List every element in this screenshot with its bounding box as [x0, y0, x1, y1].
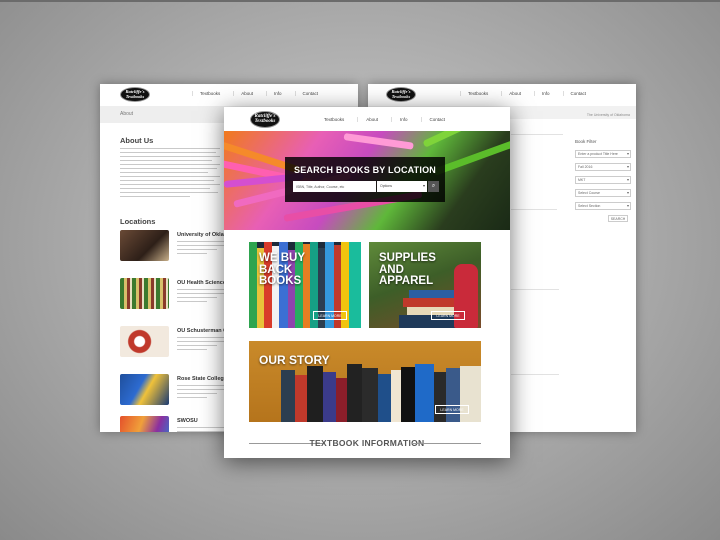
- search-icon: ⌕: [431, 183, 436, 189]
- department-select[interactable]: MKT: [575, 176, 631, 184]
- book-filter-title: Book Filter: [575, 139, 597, 144]
- brand-logo[interactable]: Ratcliffe's Textbooks: [120, 87, 150, 102]
- top-border: [0, 0, 720, 2]
- our-story-heading: OUR STORY: [259, 353, 330, 367]
- divider: [511, 374, 559, 375]
- product-title-field[interactable]: Enter a product Title Here: [575, 150, 631, 158]
- location-image: [120, 326, 169, 357]
- nav-textbooks[interactable]: Textbooks: [192, 91, 220, 96]
- breadcrumb[interactable]: The University of Oklahoma: [587, 113, 630, 117]
- nav-info[interactable]: Info: [266, 91, 282, 96]
- supplies-learn-more-button[interactable]: LEARN MORE: [431, 311, 465, 320]
- search-input[interactable]: [293, 181, 376, 192]
- supplies-heading: SUPPLIES AND APPAREL: [379, 252, 436, 287]
- buyback-learn-more-button[interactable]: LEARN MORE: [313, 311, 347, 320]
- nav-contact[interactable]: Contact: [420, 117, 445, 122]
- search-box: SEARCH BOOKS BY LOCATION Options ⌕: [285, 157, 445, 202]
- section-divider-right: [412, 443, 481, 444]
- section-select[interactable]: Select Section: [575, 202, 631, 210]
- search-title: SEARCH BOOKS BY LOCATION: [294, 165, 436, 175]
- about-heading: About Us: [120, 136, 154, 145]
- brand-logo[interactable]: Ratcliffe's Textbooks: [250, 111, 280, 128]
- home-page-mockup: Ratcliffe's Textbooks Textbooks About Inf…: [224, 107, 510, 458]
- buyback-tile[interactable]: WE BUY BACK BOOKS LEARN MORE: [249, 242, 361, 328]
- location-image: [120, 230, 169, 261]
- filter-search-button[interactable]: SEARCH: [608, 215, 628, 222]
- hero-banner: SEARCH BOOKS BY LOCATION Options ⌕: [224, 131, 510, 230]
- nav-info[interactable]: Info: [534, 91, 550, 96]
- search-button[interactable]: ⌕: [428, 181, 439, 192]
- term-select[interactable]: Fall 2016: [575, 163, 631, 171]
- main-nav: Textbooks About Info Contact: [316, 117, 458, 122]
- location-image: [120, 278, 169, 309]
- nav-info[interactable]: Info: [391, 117, 408, 122]
- nav-contact[interactable]: Contact: [562, 91, 586, 96]
- nav-about[interactable]: About: [357, 117, 378, 122]
- location-name: SWOSU: [177, 418, 198, 424]
- location-name: OU Schusterman C: [177, 328, 228, 334]
- nav-textbooks[interactable]: Textbooks: [316, 117, 344, 122]
- course-select[interactable]: Select Course: [575, 189, 631, 197]
- supplies-tile[interactable]: SUPPLIES AND APPAREL LEARN MORE: [369, 242, 481, 328]
- main-nav: Textbooks About Info Contact: [192, 91, 331, 96]
- about-paragraph: [120, 148, 220, 200]
- nav-textbooks[interactable]: Textbooks: [460, 91, 488, 96]
- divider: [511, 209, 557, 210]
- divider: [511, 134, 563, 135]
- location-name: University of Oklah: [177, 232, 228, 238]
- locations-heading: Locations: [120, 217, 156, 226]
- nav-contact[interactable]: Contact: [294, 91, 318, 96]
- nav-about[interactable]: About: [501, 91, 521, 96]
- divider: [511, 289, 559, 290]
- location-image: [120, 374, 169, 405]
- location-select[interactable]: Options: [377, 181, 427, 192]
- location-image: [120, 416, 169, 432]
- buyback-heading: WE BUY BACK BOOKS: [259, 252, 305, 287]
- nav-about[interactable]: About: [233, 91, 253, 96]
- brand-logo[interactable]: Ratcliffe's Textbooks: [386, 87, 416, 102]
- our-story-learn-more-button[interactable]: LEARN MORE: [435, 405, 469, 414]
- main-nav: Textbooks About Info Contact: [460, 91, 599, 96]
- location-name: OU Health Science: [177, 280, 226, 286]
- our-story-tile[interactable]: OUR STORY LEARN MORE: [249, 341, 481, 422]
- location-name: Rose State College: [177, 376, 227, 382]
